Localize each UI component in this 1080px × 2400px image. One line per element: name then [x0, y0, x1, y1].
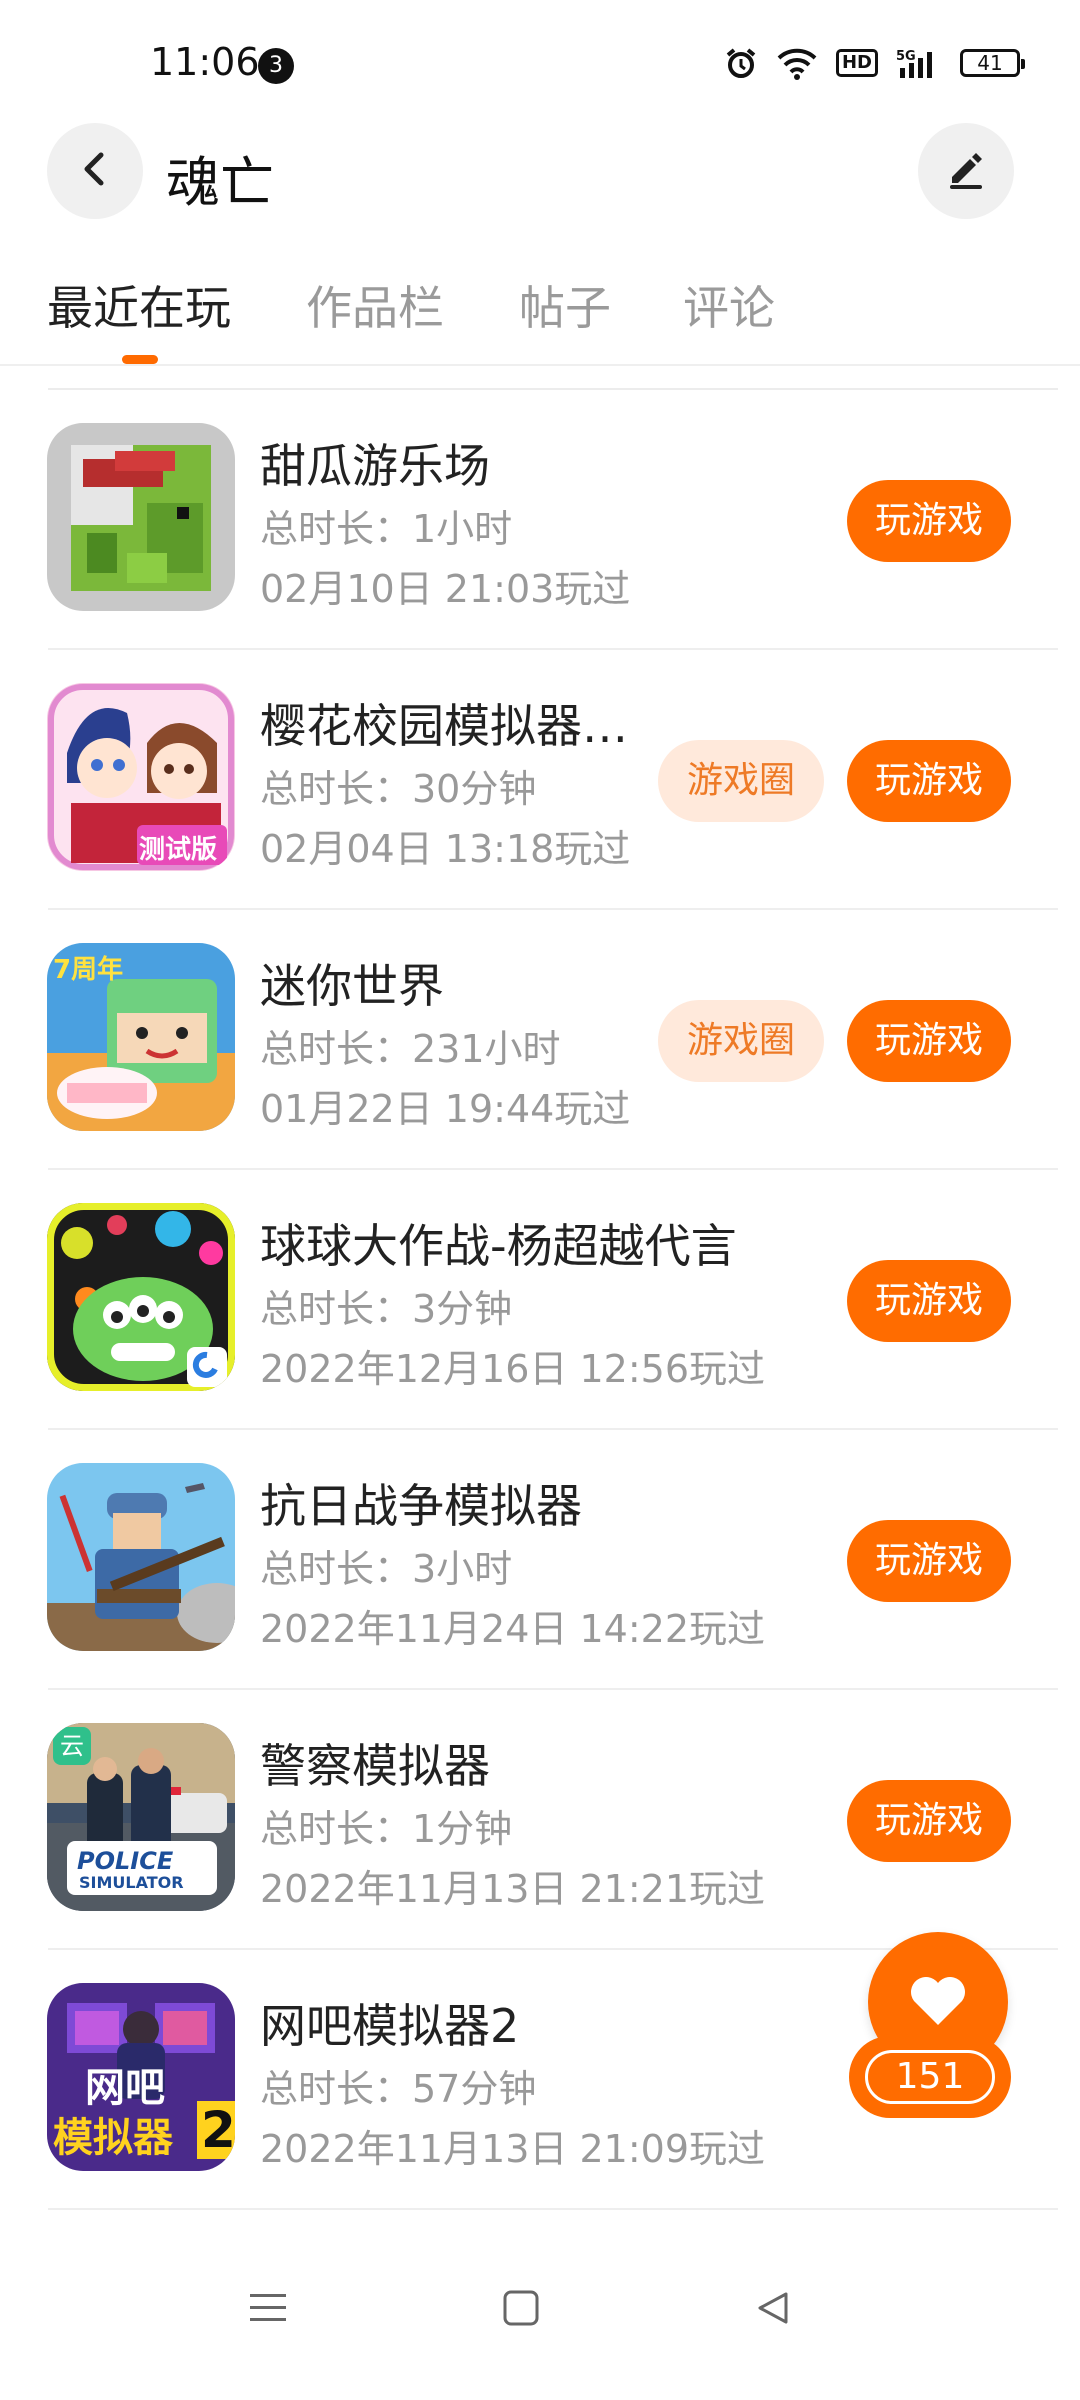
list-item[interactable]: 甜瓜游乐场 总时长：1小时 02月10日 21:03玩过 玩游戏 [0, 390, 1080, 650]
game-name: 甜瓜游乐场 [260, 439, 490, 493]
game-name: 警察模拟器 [260, 1739, 490, 1793]
status-bar: 11:06 3 HD 5G 41 [0, 0, 1080, 120]
play-game-button[interactable]: 玩游戏 [847, 1000, 1011, 1082]
game-name: 樱花校园模拟器… [260, 699, 628, 753]
game-circle-button[interactable]: 游戏圈 [658, 740, 824, 822]
tab-comments[interactable]: 评论 [683, 272, 775, 338]
game-duration: 总时长：30分钟 [260, 767, 537, 811]
number-two-text: 2 [197, 2101, 235, 2159]
game-name: 网吧模拟器2 [260, 1999, 520, 2053]
menu-nav-button[interactable] [238, 2280, 298, 2340]
page-title: 魂亡 [166, 151, 274, 214]
home-nav-button[interactable] [491, 2280, 551, 2340]
status-icons: HD 5G 41 [724, 46, 1025, 80]
police-simulator-icon[interactable]: 云 POLICE SIMULATOR [47, 1723, 235, 1911]
game-name: 迷你世界 [260, 959, 444, 1013]
ball-battle-icon[interactable] [47, 1203, 235, 1391]
back-arrow-icon [75, 149, 115, 193]
mini-world-icon[interactable]: 7周年 [47, 943, 235, 1131]
war-simulator-icon[interactable] [47, 1463, 235, 1651]
edit-button[interactable] [918, 123, 1014, 219]
back-button[interactable] [47, 123, 143, 219]
home-square-icon [501, 2288, 541, 2332]
game-last-played: 02月04日 13:18玩过 [260, 827, 631, 871]
alarm-icon [724, 46, 758, 80]
game-last-played: 02月10日 21:03玩过 [260, 567, 631, 611]
game-duration: 总时长：231小时 [260, 1027, 561, 1071]
game-name: 抗日战争模拟器 [260, 1479, 582, 1533]
game-last-played: 2022年11月24日 14:22玩过 [260, 1607, 766, 1651]
heart-icon [908, 1973, 968, 2031]
game-duration: 总时长：3小时 [260, 1547, 513, 1591]
wifi-icon [776, 46, 818, 80]
menu-icon [248, 2290, 288, 2330]
game-duration: 总时长：1小时 [260, 507, 513, 551]
tabs-divider [0, 364, 1080, 366]
internet-cafe-icon[interactable]: 网吧 模拟器 2 [47, 1983, 235, 2171]
list-item[interactable]: 7周年 迷你世界 总时长：231小时 01月22日 19:44玩过 游戏圈 玩游… [0, 910, 1080, 1170]
back-nav-button[interactable] [744, 2280, 804, 2340]
back-triangle-icon [754, 2288, 794, 2332]
system-nav-bar [0, 2210, 1080, 2400]
list-item[interactable]: 抗日战争模拟器 总时长：3小时 2022年11月24日 14:22玩过 玩游戏 [0, 1430, 1080, 1690]
seventh-anniversary-badge: 7周年 [53, 955, 124, 985]
game-duration: 总时长：3分钟 [260, 1287, 513, 1331]
test-version-badge: 测试版 [139, 835, 218, 865]
game-duration: 总时长：1分钟 [260, 1807, 513, 1851]
tab-works[interactable]: 作品栏 [306, 272, 444, 338]
like-count: 151 [865, 2050, 995, 2104]
list-item[interactable]: 云 POLICE SIMULATOR 警察模拟器 总时长：1分钟 2022年11… [0, 1690, 1080, 1950]
game-name: 球球大作战-杨超越代言 [260, 1219, 737, 1273]
cloud-game-badge: 云 [53, 1727, 91, 1765]
like-count-badge: 151 [849, 2036, 1011, 2118]
melon-playground-icon[interactable] [47, 423, 235, 611]
simulator-logo-text: SIMULATOR [79, 1873, 184, 1892]
police-logo-text: POLICE [77, 1847, 174, 1875]
play-game-button[interactable]: 玩游戏 [847, 1520, 1011, 1602]
notification-count-badge: 3 [258, 48, 294, 84]
game-last-played: 2022年11月13日 21:21玩过 [260, 1867, 766, 1911]
play-game-button[interactable]: 玩游戏 [847, 480, 1011, 562]
game-last-played: 2022年12月16日 12:56玩过 [260, 1347, 766, 1391]
sakura-school-icon[interactable]: 测试版 [47, 683, 235, 871]
signal-icon: 5G [896, 46, 942, 80]
game-duration: 总时长：57分钟 [260, 2067, 537, 2111]
game-circle-button[interactable]: 游戏圈 [658, 1000, 824, 1082]
tab-posts[interactable]: 帖子 [519, 272, 611, 338]
list-item[interactable]: 测试版 樱花校园模拟器… 总时长：30分钟 02月04日 13:18玩过 游戏圈… [0, 650, 1080, 910]
tab-bar: 最近在玩 作品栏 帖子 评论 [0, 262, 1080, 364]
game-last-played: 2022年11月13日 21:09玩过 [260, 2127, 766, 2171]
play-game-button[interactable]: 玩游戏 [847, 740, 1011, 822]
status-time: 11:06 [150, 40, 260, 84]
simulator-text: 模拟器 [53, 2115, 173, 2161]
play-game-button[interactable]: 玩游戏 [847, 1260, 1011, 1342]
pencil-icon [944, 147, 988, 195]
battery-icon: 41 [960, 49, 1025, 77]
play-game-button[interactable]: 玩游戏 [847, 1780, 1011, 1862]
hd-network-icon: HD [835, 49, 878, 77]
game-last-played: 01月22日 19:44玩过 [260, 1087, 631, 1131]
svg-text:5G: 5G [896, 49, 916, 64]
list-item[interactable]: 球球大作战-杨超越代言 总时长：3分钟 2022年12月16日 12:56玩过 … [0, 1170, 1080, 1430]
tab-recent[interactable]: 最近在玩 [47, 272, 231, 338]
active-tab-indicator [122, 355, 158, 364]
